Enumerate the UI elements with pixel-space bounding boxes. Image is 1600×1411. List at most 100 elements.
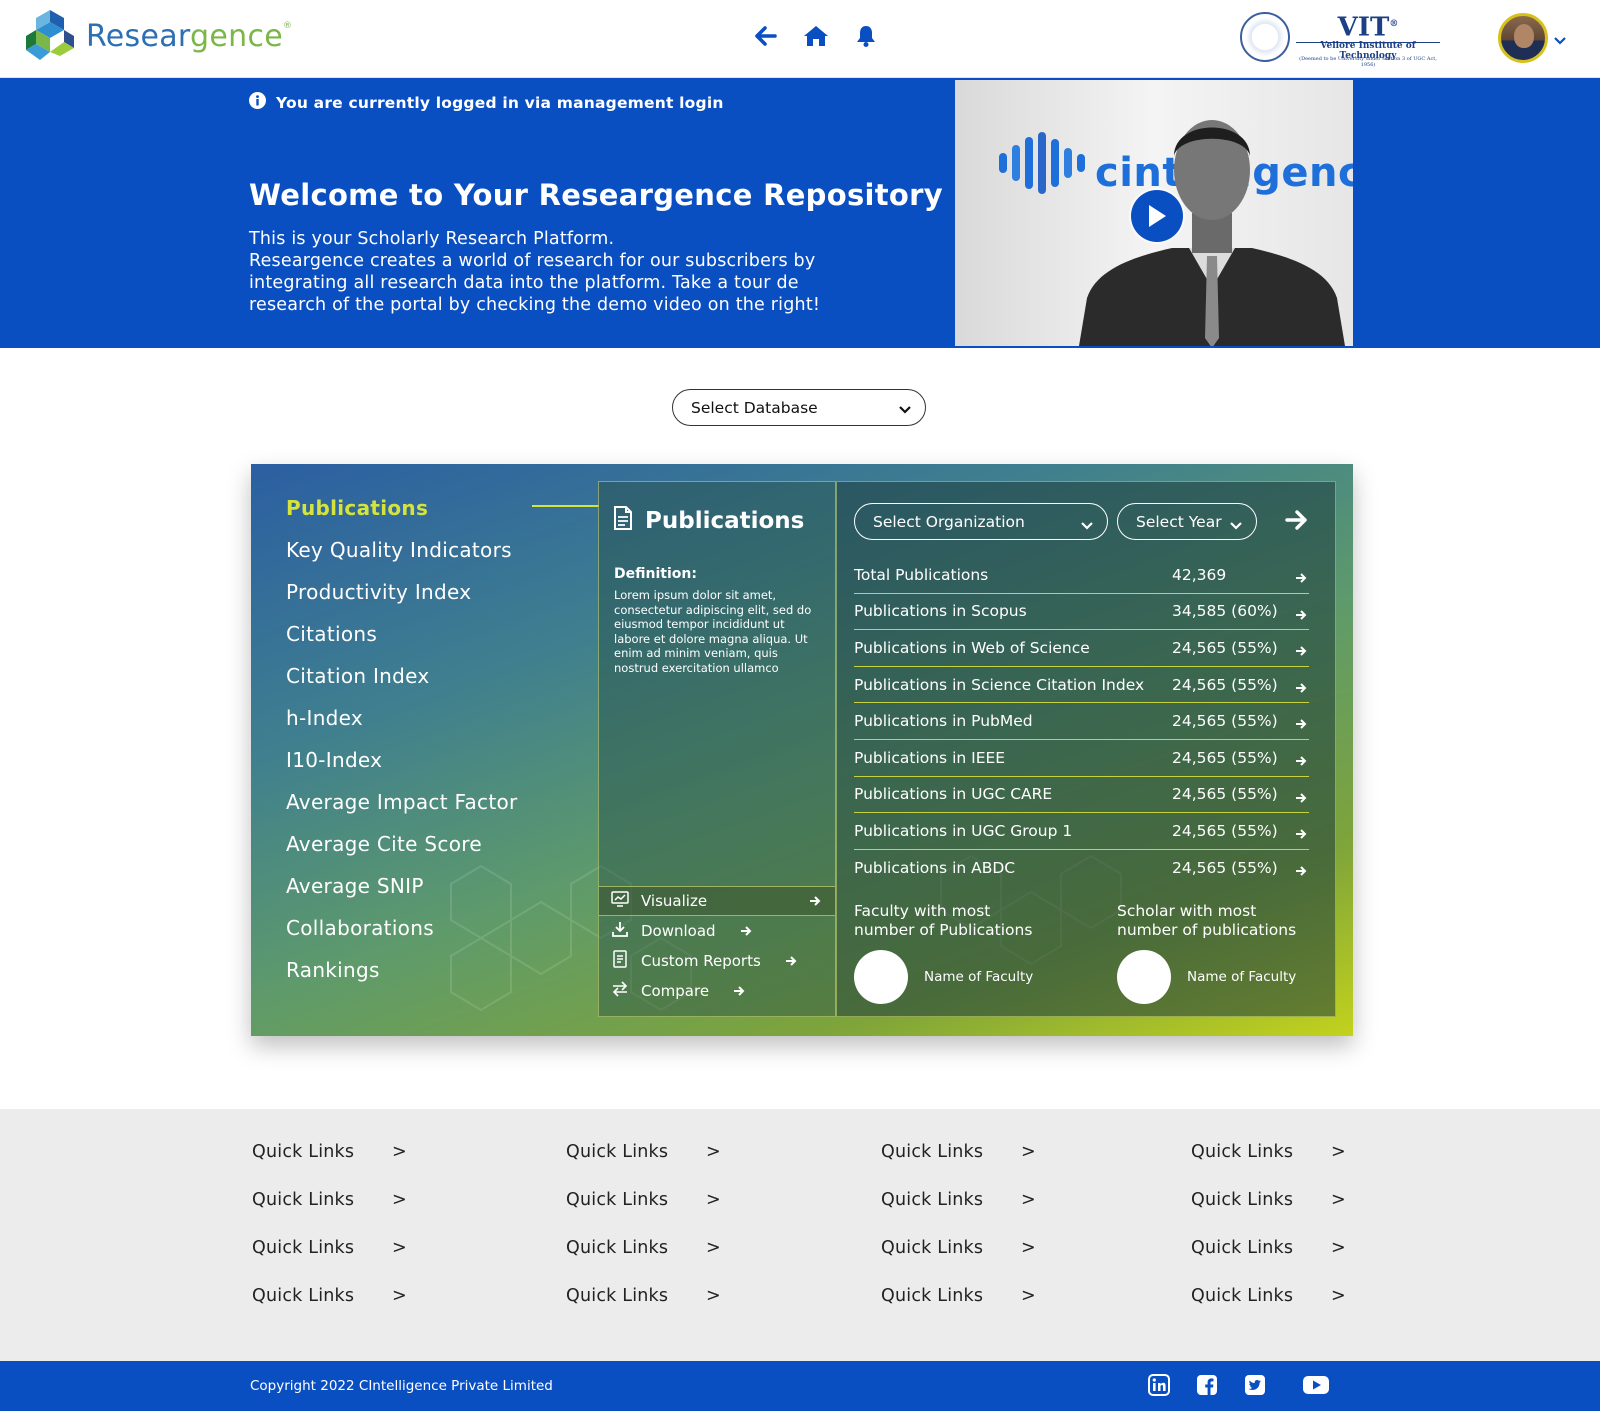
- stat-row[interactable]: Total Publications 42,369: [854, 557, 1309, 594]
- quick-link[interactable]: Quick Links >: [881, 1142, 1036, 1162]
- arrow-right-icon: [1295, 752, 1307, 770]
- arrow-right-icon: [809, 892, 821, 910]
- top-faculty-title: Faculty with most number of Publications: [854, 902, 1033, 939]
- chevron-down-icon[interactable]: [1554, 30, 1566, 49]
- chevron-down-icon: [1230, 516, 1242, 534]
- quick-link[interactable]: Quick Links >: [566, 1238, 721, 1258]
- back-arrow-icon[interactable]: [752, 22, 780, 50]
- arrow-right-icon: [733, 982, 745, 1000]
- year-select[interactable]: Select Year: [1117, 503, 1257, 540]
- menu-item-citations[interactable]: Citations: [286, 622, 518, 664]
- arrow-right-icon: [1295, 715, 1307, 733]
- login-notice: You are currently logged in via manageme…: [249, 92, 724, 113]
- metrics-panel: Publications Key Quality Indicators Prod…: [251, 464, 1353, 1036]
- video-play-button[interactable]: [1131, 190, 1183, 242]
- stat-row[interactable]: Publications in UGC CARE 24,565 (55%): [854, 777, 1309, 814]
- top-faculty-card[interactable]: Faculty with most number of Publications …: [854, 902, 1084, 1004]
- scholar-name: Name of Faculty: [1187, 969, 1297, 985]
- apply-filter-arrow-icon[interactable]: [1285, 510, 1309, 534]
- logo-mark-icon: [24, 8, 76, 64]
- video-brand-mark-icon: [999, 132, 1085, 194]
- bell-icon[interactable]: [852, 22, 880, 50]
- download-button[interactable]: Download: [599, 916, 835, 946]
- linkedin-icon[interactable]: [1148, 1374, 1170, 1396]
- menu-item-publications[interactable]: Publications: [286, 496, 518, 538]
- twitter-icon[interactable]: [1244, 1374, 1266, 1396]
- quick-link[interactable]: Quick Links >: [881, 1238, 1036, 1258]
- quick-link[interactable]: Quick Links >: [566, 1142, 721, 1162]
- quick-link[interactable]: Quick Links >: [881, 1286, 1036, 1306]
- visualize-button[interactable]: Visualize: [599, 886, 835, 916]
- report-icon: [611, 950, 629, 972]
- publication-stats-list: Total Publications 42,369 Publications in…: [854, 557, 1309, 886]
- visualize-icon: [611, 891, 629, 911]
- institution-note: (Deemed to be University under section 3…: [1299, 56, 1437, 68]
- arrow-right-icon: [1295, 569, 1307, 587]
- facebook-icon[interactable]: [1196, 1374, 1218, 1396]
- quick-link[interactable]: Quick Links >: [566, 1286, 721, 1306]
- menu-item-collaborations[interactable]: Collaborations: [286, 916, 518, 958]
- user-avatar[interactable]: [1498, 13, 1548, 63]
- quick-link[interactable]: Quick Links >: [1191, 1142, 1346, 1162]
- home-icon[interactable]: [802, 22, 830, 50]
- database-select[interactable]: Select Database: [672, 389, 926, 426]
- menu-item-average-snip[interactable]: Average SNIP: [286, 874, 518, 916]
- stat-row[interactable]: Publications in IEEE 24,565 (55%): [854, 740, 1309, 777]
- quick-link[interactable]: Quick Links >: [1191, 1190, 1346, 1210]
- hero-banner: You are currently logged in via manageme…: [0, 78, 1600, 348]
- quick-link[interactable]: Quick Links >: [252, 1286, 407, 1306]
- menu-item-h-index[interactable]: h-Index: [286, 706, 518, 748]
- arrow-right-icon: [785, 952, 797, 970]
- arrow-right-icon: [1295, 862, 1307, 880]
- top-scholar-card[interactable]: Scholar with most number of publications …: [1117, 902, 1347, 1004]
- menu-item-productivity-index[interactable]: Productivity Index: [286, 580, 518, 622]
- stat-row[interactable]: Publications in UGC Group 1 24,565 (55%): [854, 813, 1309, 850]
- researgence-logo[interactable]: Researgence®: [24, 8, 292, 64]
- presenter-figure: [1079, 120, 1345, 346]
- institution-logo: VIT® Vellore Institute of Technology (De…: [1240, 10, 1440, 68]
- scholar-avatar: [1117, 950, 1171, 1004]
- arrow-right-icon: [1295, 789, 1307, 807]
- copyright-text: Copyright 2022 CIntelligence Private Lim…: [250, 1378, 553, 1394]
- demo-video[interactable]: cintelligence: [955, 80, 1353, 346]
- stat-row[interactable]: Publications in ABDC 24,565 (55%): [854, 850, 1309, 887]
- menu-item-citation-index[interactable]: Citation Index: [286, 664, 518, 706]
- faculty-avatar: [854, 950, 908, 1004]
- menu-item-average-cite-score[interactable]: Average Cite Score: [286, 832, 518, 874]
- institution-seal-icon: [1240, 12, 1290, 62]
- quick-link[interactable]: Quick Links >: [881, 1190, 1036, 1210]
- menu-item-i10-index[interactable]: I10-Index: [286, 748, 518, 790]
- footer: Copyright 2022 CIntelligence Private Lim…: [0, 1361, 1600, 1411]
- quick-link[interactable]: Quick Links >: [252, 1142, 407, 1162]
- social-links: [1148, 1374, 1330, 1396]
- metric-actions: Visualize Download Custom Reports Compar…: [599, 886, 835, 1006]
- menu-item-rankings[interactable]: Rankings: [286, 958, 518, 1000]
- stat-row[interactable]: Publications in PubMed 24,565 (55%): [854, 703, 1309, 740]
- organization-select[interactable]: Select Organization: [854, 503, 1108, 540]
- quick-link[interactable]: Quick Links >: [252, 1238, 407, 1258]
- metrics-menu: Publications Key Quality Indicators Prod…: [286, 496, 518, 1000]
- metric-detail-card: Publications Definition: Lorem ipsum dol…: [598, 481, 836, 1017]
- quick-link[interactable]: Quick Links >: [1191, 1286, 1346, 1306]
- stat-row[interactable]: Publications in Science Citation Index 24…: [854, 667, 1309, 704]
- institution-short-name: VIT®: [1296, 10, 1440, 43]
- quick-link[interactable]: Quick Links >: [566, 1190, 721, 1210]
- arrow-right-icon: [1295, 679, 1307, 697]
- quick-links-section: Quick Links > Quick Links > Quick Links > Q…: [0, 1109, 1600, 1361]
- download-icon: [611, 921, 629, 941]
- stat-row[interactable]: Publications in Web of Science 24,565 (55…: [854, 630, 1309, 667]
- top-scholar-title: Scholar with most number of publications: [1117, 902, 1297, 939]
- menu-item-average-impact-factor[interactable]: Average Impact Factor: [286, 790, 518, 832]
- definition-label: Definition:: [614, 566, 697, 582]
- logo-text: Researgence®: [86, 18, 293, 54]
- document-icon: [613, 506, 633, 536]
- stat-row[interactable]: Publications in Scopus 34,585 (60%): [854, 594, 1309, 631]
- youtube-icon[interactable]: [1302, 1375, 1330, 1395]
- quick-link[interactable]: Quick Links >: [252, 1190, 407, 1210]
- top-nav-icons: [752, 22, 880, 50]
- metric-title: Publications: [613, 506, 804, 536]
- menu-item-key-quality-indicators[interactable]: Key Quality Indicators: [286, 538, 518, 580]
- compare-button[interactable]: Compare: [599, 976, 835, 1006]
- quick-link[interactable]: Quick Links >: [1191, 1238, 1346, 1258]
- custom-reports-button[interactable]: Custom Reports: [599, 946, 835, 976]
